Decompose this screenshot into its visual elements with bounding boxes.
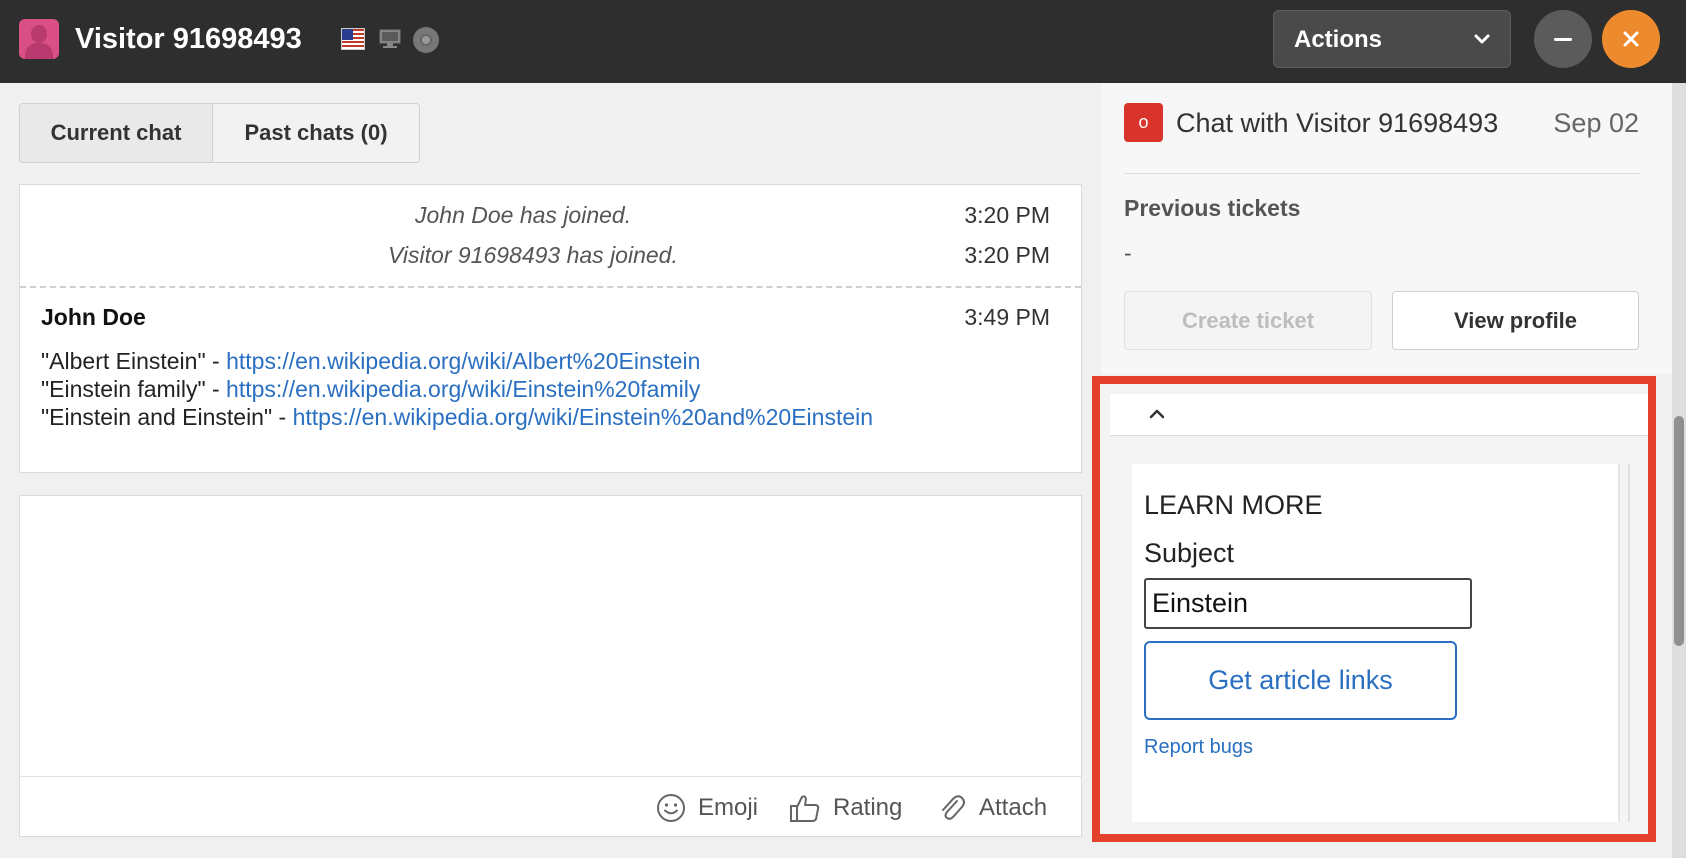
panel-scrollbar-thumb[interactable] xyxy=(1674,416,1684,646)
us-flag-icon xyxy=(341,28,365,50)
message-text: "Albert Einstein" - xyxy=(41,348,227,374)
system-message-time: 3:20 PM xyxy=(964,202,1050,228)
app-scrollbar[interactable] xyxy=(1628,464,1630,822)
chat-tabs: Current chat Past chats (0) xyxy=(19,103,420,163)
wiki-link[interactable]: https://en.wikipedia.org/wiki/Einstein%2… xyxy=(226,376,700,402)
subject-input[interactable] xyxy=(1144,578,1472,629)
attach-label: Attach xyxy=(979,794,1048,821)
ticket-title: Chat with Visitor 91698493 xyxy=(1176,108,1499,138)
report-bugs-link[interactable]: Report bugs xyxy=(1144,736,1253,759)
message-line: "Albert Einstein" - https://en.wikipedia… xyxy=(41,347,700,375)
browser-icon xyxy=(413,27,439,53)
compose-area[interactable]: Emoji Rating Attach xyxy=(19,495,1082,837)
message-time: 3:49 PM xyxy=(964,304,1050,330)
rating-label: Rating xyxy=(833,794,903,821)
wiki-link[interactable]: https://en.wikipedia.org/wiki/Albert%20E… xyxy=(226,348,700,374)
tab-current-chat[interactable]: Current chat xyxy=(20,104,213,162)
chevron-up-icon xyxy=(1149,409,1165,419)
actions-dropdown[interactable]: Actions xyxy=(1273,10,1511,68)
get-article-links-button[interactable]: Get article links xyxy=(1144,641,1457,720)
ticket-date: Sep 02 xyxy=(1553,108,1639,138)
panel-divider xyxy=(1124,173,1640,174)
system-message: Visitor 91698493 has joined. xyxy=(388,242,678,268)
subject-label: Subject xyxy=(1144,538,1235,568)
app-heading: LEARN MORE xyxy=(1144,490,1323,520)
ticket-status-badge: o xyxy=(1124,103,1163,142)
previous-tickets-label: Previous tickets xyxy=(1124,195,1301,221)
ticket-panel: o Chat with Visitor 91698493 Sep 02 Prev… xyxy=(1101,83,1672,374)
minimize-button[interactable] xyxy=(1534,10,1592,68)
message-text: "Einstein and Einstein" - xyxy=(41,404,293,430)
rating-button[interactable]: Rating xyxy=(789,793,902,823)
wiki-link[interactable]: https://en.wikipedia.org/wiki/Einstein%2… xyxy=(293,404,873,430)
message-divider xyxy=(20,286,1081,288)
emoji-label: Emoji xyxy=(698,794,759,821)
attach-button[interactable]: Attach xyxy=(937,793,1047,823)
previous-tickets-value: - xyxy=(1124,240,1132,266)
view-profile-button[interactable]: View profile xyxy=(1392,291,1639,350)
message-text: "Einstein family" - xyxy=(41,376,227,402)
message-author: John Doe xyxy=(41,304,146,330)
system-message-time: 3:20 PM xyxy=(964,242,1050,268)
chat-header: Visitor 91698493 Actions xyxy=(0,0,1686,83)
system-message: John Doe has joined. xyxy=(415,202,632,228)
visitor-avatar xyxy=(19,19,59,59)
learn-more-app-highlight: LEARN MORE Subject Get article links Rep… xyxy=(1092,376,1656,842)
actions-label: Actions xyxy=(1294,26,1383,53)
compose-toolbar: Emoji Rating Attach xyxy=(20,776,1081,836)
create-ticket-button[interactable]: Create ticket xyxy=(1124,291,1372,350)
learn-more-app: LEARN MORE Subject Get article links Rep… xyxy=(1132,464,1620,822)
visitor-name: Visitor 91698493 xyxy=(75,23,302,55)
close-button[interactable] xyxy=(1602,10,1660,68)
monitor-icon xyxy=(379,29,401,48)
smiley-icon xyxy=(657,794,685,822)
chevron-down-icon xyxy=(1474,34,1490,44)
app-collapse-header[interactable] xyxy=(1110,394,1648,436)
thumbs-up-icon xyxy=(790,795,820,822)
tab-past-chats[interactable]: Past chats (0) xyxy=(213,104,419,162)
message-line: "Einstein family" - https://en.wikipedia… xyxy=(41,375,700,403)
message-line: "Einstein and Einstein" - https://en.wik… xyxy=(41,403,873,431)
chat-log: John Doe has joined. 3:20 PM Visitor 916… xyxy=(19,184,1082,473)
paperclip-icon xyxy=(942,795,965,820)
emoji-button[interactable]: Emoji xyxy=(656,793,758,823)
close-icon xyxy=(1623,31,1639,47)
